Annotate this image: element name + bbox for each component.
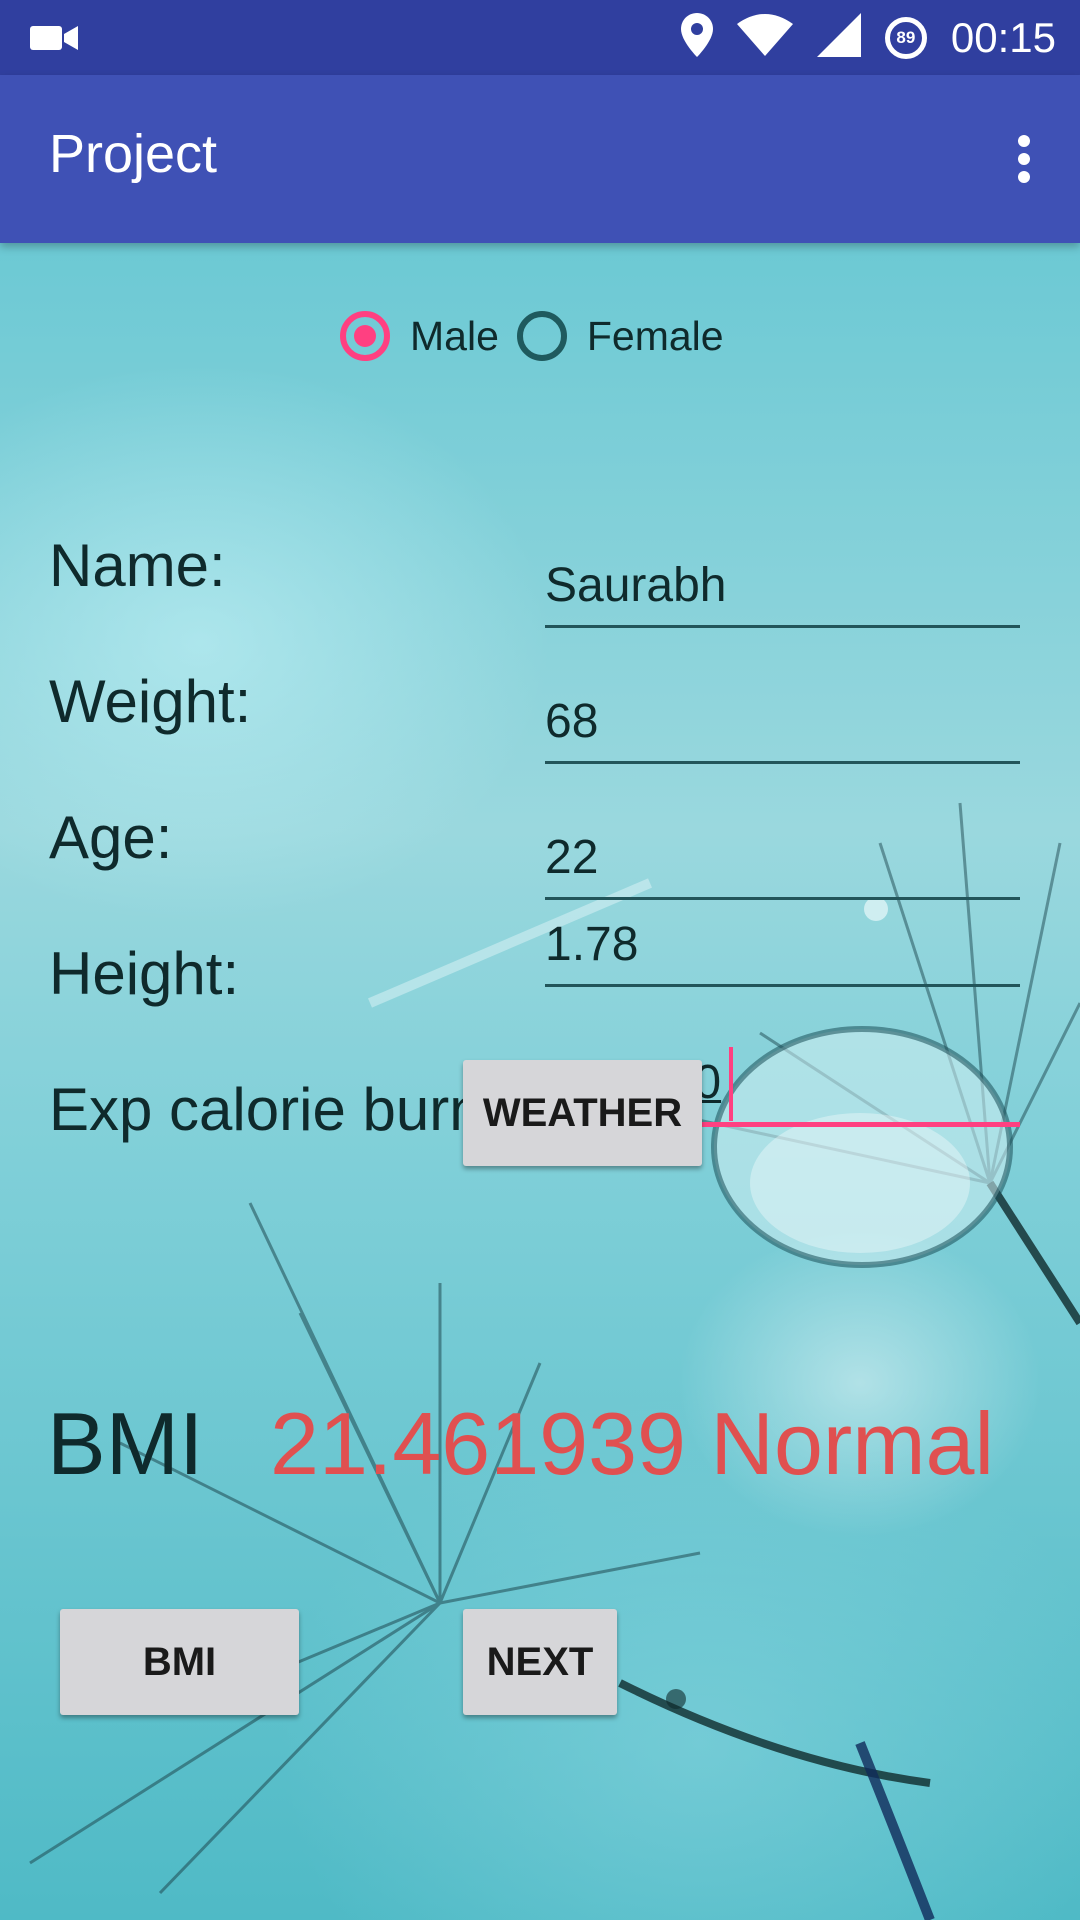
height-label: Height: — [49, 940, 240, 1007]
weight-field[interactable]: 68 — [545, 684, 1020, 764]
battery-ring-icon: 89 — [884, 16, 927, 59]
weather-button[interactable]: WEATHER — [463, 1060, 702, 1166]
bmi-button[interactable]: BMI — [60, 1609, 299, 1715]
status-time: 00:15 — [950, 13, 1056, 61]
radio-male-label: Male — [410, 312, 499, 359]
radio-female[interactable]: Female — [516, 311, 724, 361]
name-field[interactable]: Saurabh — [545, 548, 1020, 628]
calorie-label: Exp calorie burn: — [49, 1076, 500, 1143]
app-title: Project — [49, 124, 218, 184]
text-cursor — [729, 1047, 733, 1121]
app-bar: Project — [0, 75, 1080, 243]
weight-value: 68 — [545, 695, 599, 748]
weight-label: Weight: — [49, 668, 252, 735]
gender-radio-group: Male Female — [340, 311, 742, 361]
name-value: Saurabh — [545, 559, 727, 612]
height-field[interactable]: 1.78 — [545, 909, 1020, 987]
status-icons: 89 00:15 — [680, 10, 1056, 65]
main-content: Male Female Name: Weight: Age: Height: E… — [0, 243, 1080, 1920]
status-bar: 89 00:15 — [0, 0, 1080, 75]
height-value: 1.78 — [545, 918, 639, 971]
next-button[interactable]: NEXT — [463, 1609, 617, 1715]
age-field[interactable]: 22 — [545, 820, 1020, 900]
age-value: 22 — [545, 831, 599, 884]
name-label: Name: — [49, 532, 226, 599]
wifi-icon — [736, 14, 793, 61]
radio-male[interactable]: Male — [340, 311, 499, 361]
bmi-result-label: BMI — [47, 1394, 204, 1493]
radio-female-label: Female — [586, 312, 724, 359]
video-camera-icon — [30, 24, 80, 57]
age-label: Age: — [49, 804, 173, 871]
cell-signal-icon — [816, 13, 861, 62]
bmi-result-value: 21.461939 Normal — [270, 1394, 995, 1493]
more-vert-icon[interactable] — [994, 125, 1054, 193]
location-pin-icon — [680, 13, 713, 62]
radio-male-checked-icon[interactable] — [340, 311, 390, 361]
radio-female-unchecked-icon[interactable] — [516, 311, 567, 361]
